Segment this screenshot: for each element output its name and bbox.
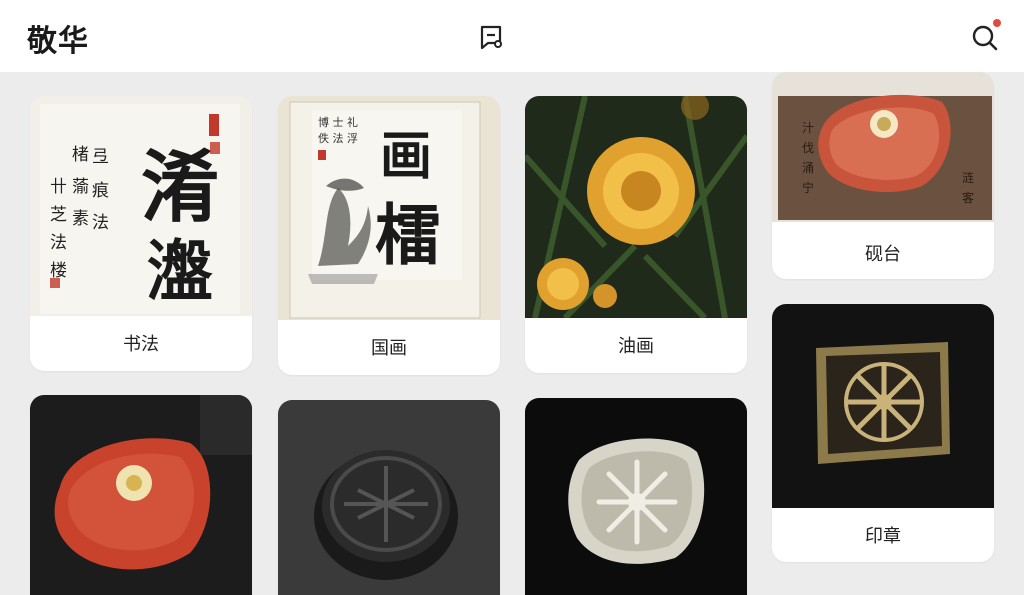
top-bar: 敬华 — [0, 0, 1024, 72]
svg-text:法: 法 — [92, 213, 109, 233]
category-card-inkstone[interactable]: 汁伐 涌宁 涟客 砚台 — [772, 72, 994, 279]
painting-char-bottom: 檑 — [375, 196, 441, 274]
calligraphy-image: 淆 瀊 楮弖 蕍痕 素法 卄芝 法楼 — [30, 96, 252, 316]
category-card-seal[interactable]: 印章 — [772, 304, 994, 562]
inkstone-image: 汁伐 涌宁 涟客 — [772, 72, 994, 222]
painting-char-top: 画 — [380, 126, 432, 187]
item-card-white-inkstone[interactable] — [525, 398, 747, 595]
category-label: 印章 — [865, 526, 901, 547]
chinese-painting-image: 画 檑 博 士 礼 佚 法 浮 — [278, 96, 500, 320]
app-title: 敬华 — [27, 24, 89, 59]
category-label: 书法 — [123, 334, 159, 355]
category-card-oil-painting[interactable]: 油画 — [525, 96, 747, 373]
category-card-chinese-painting[interactable]: 画 檑 博 士 礼 佚 法 浮 国画 — [278, 96, 500, 375]
chat-bubble-icon[interactable] — [476, 22, 506, 52]
svg-text:弖: 弖 — [92, 147, 109, 167]
svg-text:涌: 涌 — [802, 161, 814, 175]
red-inkstone-image — [30, 395, 252, 595]
category-label: 国画 — [371, 338, 407, 359]
item-card-black-inkstone[interactable] — [278, 400, 500, 595]
svg-text:楮: 楮 — [72, 145, 89, 165]
item-card-red-inkstone[interactable] — [30, 395, 252, 595]
svg-text:卄: 卄 — [50, 177, 67, 197]
svg-text:伐: 伐 — [802, 141, 814, 155]
svg-text:宁: 宁 — [802, 180, 814, 195]
seal-image — [772, 304, 994, 508]
svg-text:涟: 涟 — [962, 170, 974, 185]
category-card-calligraphy[interactable]: 淆 瀊 楮弖 蕍痕 素法 卄芝 法楼 书法 — [30, 96, 252, 371]
svg-text:佚 法 浮: 佚 法 浮 — [318, 131, 358, 145]
svg-text:芝: 芝 — [50, 205, 67, 225]
white-inkstone-image — [525, 398, 747, 595]
category-label: 砚台 — [865, 244, 901, 265]
calligraphy-main-top: 淆 — [141, 142, 219, 233]
svg-text:素: 素 — [72, 209, 89, 229]
category-label: 油画 — [618, 336, 654, 357]
oil-painting-image — [525, 96, 747, 318]
notification-dot — [993, 19, 1001, 27]
black-inkstone-image — [278, 400, 500, 595]
svg-text:博 士 礼: 博 士 礼 — [318, 115, 358, 129]
svg-text:痕: 痕 — [92, 181, 109, 201]
svg-text:客: 客 — [962, 190, 974, 205]
calligraphy-main-bottom: 瀊 — [147, 232, 213, 310]
svg-text:法: 法 — [50, 233, 67, 253]
svg-text:汁: 汁 — [802, 121, 814, 135]
svg-text:蕍: 蕍 — [72, 177, 89, 197]
